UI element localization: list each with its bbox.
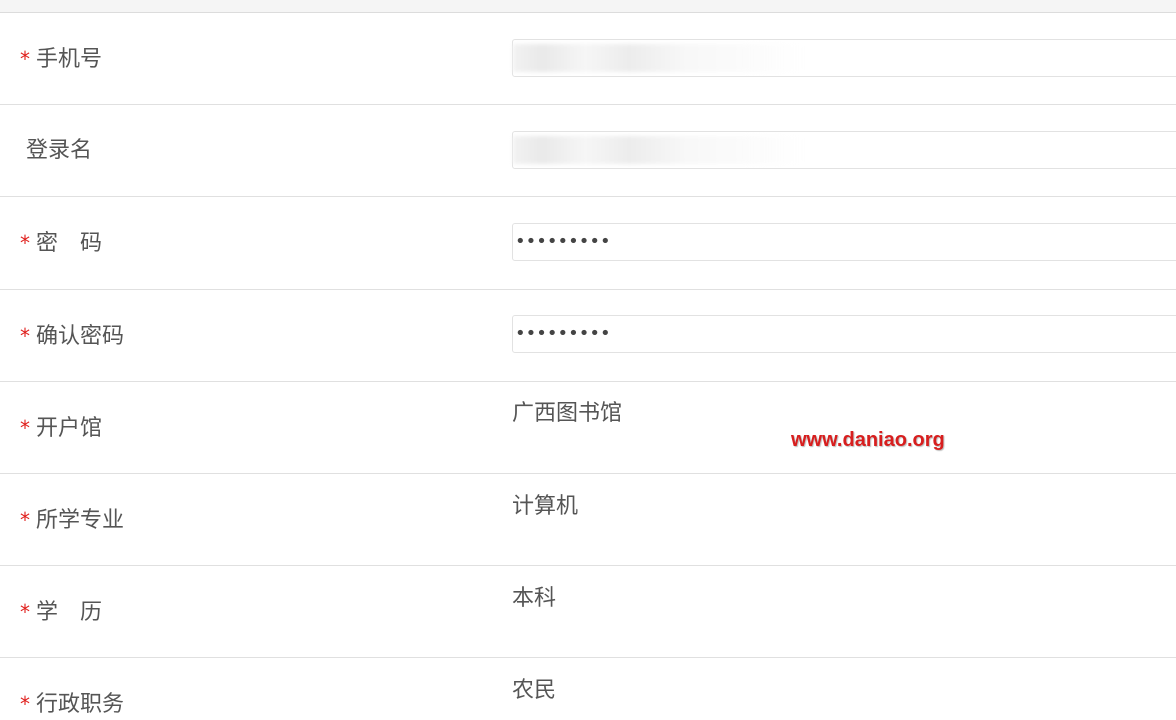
library-label: * 开户馆: [20, 416, 103, 441]
required-mark: *: [20, 324, 30, 348]
masked-phone-value: [513, 44, 803, 72]
education-label: * 学 历: [20, 600, 103, 625]
required-mark: *: [20, 47, 30, 71]
required-mark: *: [20, 416, 30, 440]
required-mark: *: [20, 231, 30, 255]
major-label: * 所学专业: [20, 508, 125, 533]
required-mark: *: [20, 692, 30, 716]
phone-input[interactable]: [512, 39, 1176, 77]
required-mark: *: [20, 508, 30, 532]
position-label: * 行政职务: [20, 692, 125, 717]
position-value: 农民: [512, 678, 557, 703]
top-bar: [0, 0, 1176, 13]
phone-row: * 手机号: [0, 13, 1176, 105]
password-dots: •••••••••: [515, 231, 611, 252]
major-row: * 所学专业 计算机: [0, 474, 1176, 566]
confirm-password-row: * 确认密码 •••••••••: [0, 290, 1176, 382]
login-name-label: 登录名: [26, 138, 93, 163]
education-row: * 学 历 本科: [0, 566, 1176, 658]
password-row: * 密 码 •••••••••: [0, 197, 1176, 290]
required-mark: *: [20, 600, 30, 624]
major-value: 计算机: [512, 494, 579, 519]
confirm-password-label: * 确认密码: [20, 324, 125, 349]
masked-login-name-value: [513, 136, 803, 164]
library-value: 广西图书馆: [512, 401, 623, 426]
library-row: * 开户馆 广西图书馆: [0, 382, 1176, 474]
confirm-password-dots: •••••••••: [515, 323, 611, 344]
login-name-input[interactable]: [512, 131, 1176, 169]
password-input[interactable]: •••••••••: [512, 223, 1176, 261]
education-value: 本科: [512, 586, 557, 611]
password-label: * 密 码: [20, 231, 103, 256]
site-watermark: www.daniao.org: [791, 429, 945, 451]
position-row: * 行政职务 农民: [0, 658, 1176, 720]
phone-label: * 手机号: [20, 47, 103, 72]
login-name-row: 登录名: [0, 105, 1176, 197]
confirm-password-input[interactable]: •••••••••: [512, 315, 1176, 353]
